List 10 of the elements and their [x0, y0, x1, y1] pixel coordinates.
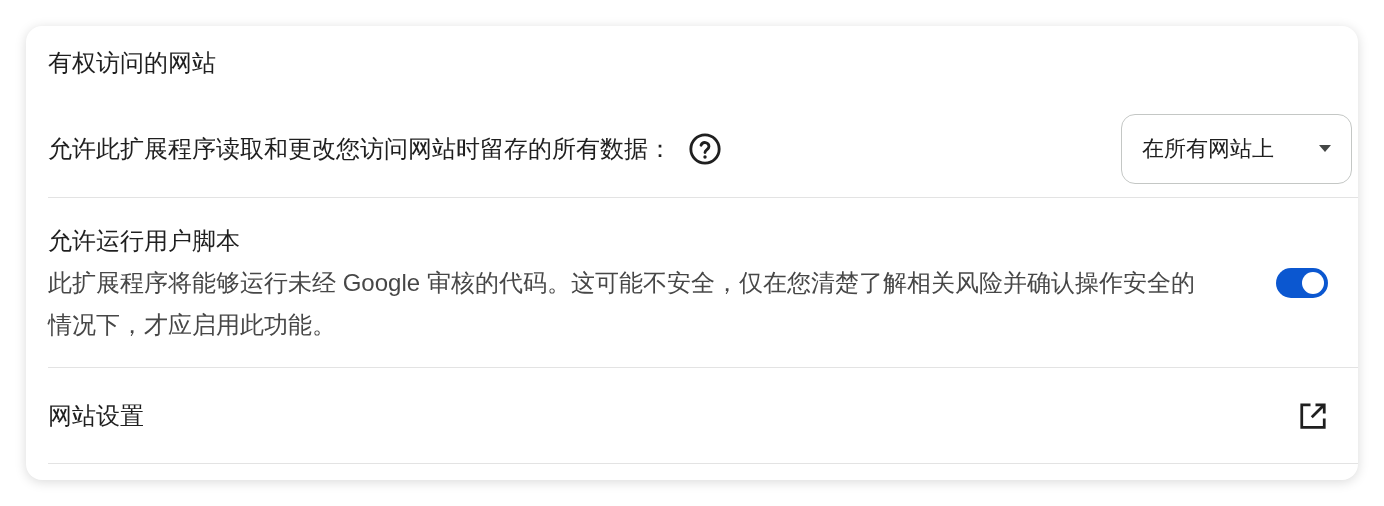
setting-label: 允许此扩展程序读取和更改您访问网站时留存的所有数据：	[48, 133, 672, 164]
setting-description: 此扩展程序将能够运行未经 Google 审核的代码。这可能不安全，仅在您清楚了解相关风险并确认操作安全的情况下，才应启用此功能。	[48, 267, 1196, 340]
caret-icon	[1319, 145, 1331, 152]
setting-label: 允许运行用户脚本	[48, 225, 241, 256]
setting-label[interactable]: 网站设置	[48, 397, 144, 434]
section-title: 有权访问的网站	[48, 48, 216, 78]
help-icon[interactable]	[688, 131, 722, 166]
toggle-switch[interactable]	[1276, 267, 1328, 298]
external-link-icon[interactable]	[1298, 400, 1328, 431]
site-access-dropdown[interactable]: 在所有网站上	[1121, 113, 1352, 184]
